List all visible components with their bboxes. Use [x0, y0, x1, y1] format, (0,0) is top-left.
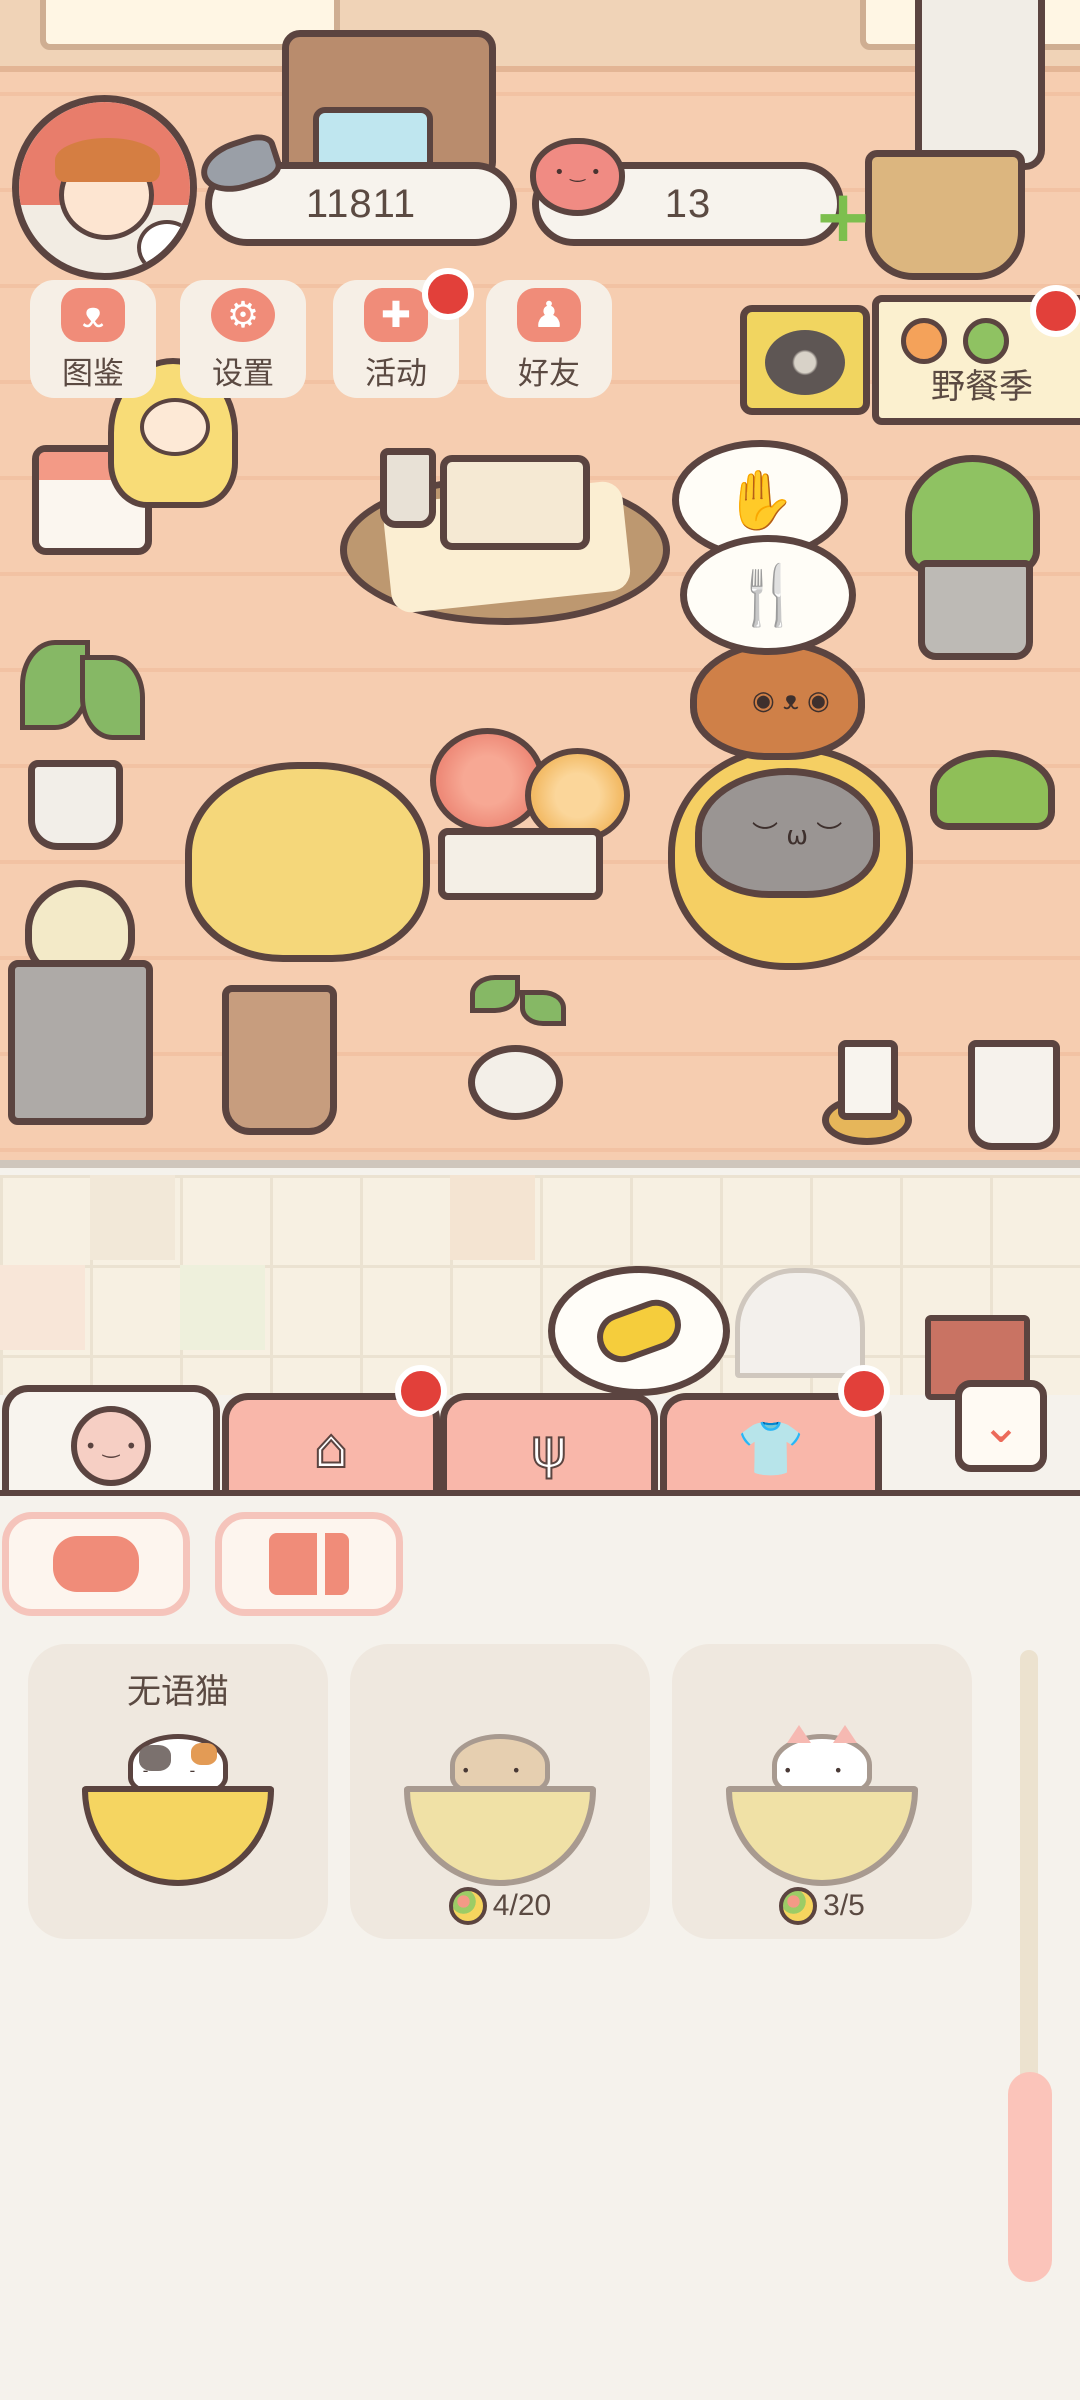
moss-bowl[interactable]: [930, 750, 1055, 830]
food-request-bubble[interactable]: [548, 1266, 730, 1396]
house-icon: ⌂: [313, 1416, 349, 1481]
collection-button[interactable]: ᴥ 图鉴: [30, 280, 156, 398]
fish-coin-value: 11811: [305, 181, 417, 226]
cat-face: ︶ ω ︶: [752, 821, 843, 851]
cat-bed-dome[interactable]: [735, 1268, 865, 1378]
book-stack[interactable]: [440, 455, 590, 550]
cat-face: ◉ ᴥ ◉: [752, 686, 830, 716]
cat-card[interactable]: • • 3/5: [672, 1644, 972, 1939]
cat-collection-panel: 无语猫 - - • • 4/20 • • 3/5: [0, 1496, 1080, 2400]
floor-tile: [90, 1175, 175, 1260]
coffee-cup[interactable]: [380, 448, 436, 528]
book-icon: [269, 1533, 349, 1595]
event-label: 野餐季: [931, 367, 1033, 407]
potted-plant-leaves: [905, 455, 1040, 575]
floor-lamp[interactable]: [915, 0, 1045, 170]
bunny-icon: [137, 220, 190, 273]
sprout-pot[interactable]: [468, 1045, 563, 1120]
cat-name: 无语猫: [127, 1672, 229, 1712]
add-hearts-button[interactable]: +: [812, 180, 874, 252]
shirt-icon: 👕: [736, 1416, 805, 1481]
settings-button[interactable]: ⚙ 设置: [180, 280, 306, 398]
progress-value: 4/20: [492, 1889, 552, 1922]
hand-icon: ✋: [723, 466, 797, 534]
floor-tile: [180, 1265, 265, 1350]
event-badge: [1030, 285, 1080, 337]
settings-label: 设置: [212, 356, 274, 392]
cat-face-icon: [53, 1536, 139, 1592]
filter-cats-button[interactable]: [2, 1512, 190, 1616]
orange-cat[interactable]: ◉ ᴥ ◉: [690, 640, 865, 760]
kitchen-floor: [0, 1175, 1080, 1395]
furniture-tab-badge: [395, 1365, 447, 1417]
collapse-panel-button[interactable]: ⌄: [955, 1380, 1047, 1472]
wooden-bucket[interactable]: [222, 985, 337, 1135]
egg-icon: [448, 1887, 487, 1925]
unlock-progress: 4/20: [350, 1887, 650, 1925]
chevron-down-icon: ⌄: [980, 1398, 1022, 1454]
feed-bubble[interactable]: 🍴: [680, 535, 856, 655]
friends-icon: ♟: [517, 288, 581, 342]
gift-icon: ✚: [364, 288, 428, 342]
tab-food[interactable]: ψ: [440, 1393, 658, 1497]
bottom-tab-bar: • ‿ • ⌂ ψ 👕: [0, 1385, 1080, 1500]
cat-card[interactable]: 无语猫 - -: [28, 1644, 328, 1939]
filter-album-button[interactable]: [215, 1512, 403, 1616]
progress-value: 3/5: [823, 1889, 865, 1922]
bean-bag[interactable]: [185, 762, 430, 962]
bowl-face-icon: • ‿ •: [71, 1406, 151, 1486]
cat-face-icon: ᴥ: [61, 288, 125, 342]
player-avatar[interactable]: [12, 95, 197, 280]
bowl-icon: [726, 1786, 918, 1886]
fruit-basket[interactable]: [865, 150, 1025, 280]
fork-knife-icon: ψ: [530, 1416, 568, 1481]
vinyl-record: [765, 330, 845, 395]
gear-icon: ⚙: [211, 288, 275, 342]
collection-label: 图鉴: [62, 356, 124, 392]
candle[interactable]: [838, 1040, 898, 1120]
sprout-leaf: [520, 990, 566, 1026]
avatar-hair: [55, 138, 160, 182]
potted-plant[interactable]: [918, 560, 1033, 660]
lily-leaf: [80, 655, 145, 740]
bowl-icon: [82, 1786, 274, 1886]
sprout-leaf: [470, 975, 520, 1013]
floor-tile: [0, 1265, 85, 1350]
grey-cat[interactable]: ︶ ω ︶: [695, 768, 880, 898]
friends-label: 好友: [518, 356, 580, 392]
heart-icon: [530, 138, 625, 216]
lily-vase[interactable]: [28, 760, 123, 850]
heart-value: 13: [664, 181, 712, 226]
scrollbar-thumb[interactable]: [1008, 2072, 1052, 2282]
cat-card[interactable]: • • 4/20: [350, 1644, 650, 1939]
stove[interactable]: [8, 960, 153, 1125]
friends-button[interactable]: ♟ 好友: [486, 280, 612, 398]
record-player[interactable]: [740, 305, 870, 415]
flower-planter[interactable]: [438, 828, 603, 900]
floor-divider: [0, 1160, 1080, 1168]
retro-tv[interactable]: [282, 30, 496, 180]
events-badge: [422, 268, 474, 320]
floor-tile: [450, 1175, 535, 1260]
egg-roll-icon: [590, 1292, 688, 1370]
events-label: 活动: [365, 356, 427, 392]
fork-knife-icon: 🍴: [731, 561, 805, 629]
unlock-progress: 3/5: [672, 1887, 972, 1925]
apple-icon: [963, 318, 1009, 364]
bowl-icon: [404, 1786, 596, 1886]
flower-icon: [901, 318, 947, 364]
doll-face: [140, 398, 210, 456]
outfits-tab-badge: [838, 1365, 890, 1417]
tab-cats[interactable]: • ‿ •: [2, 1385, 220, 1500]
egg-icon: [779, 1887, 818, 1925]
broom-cup[interactable]: [968, 1040, 1060, 1150]
